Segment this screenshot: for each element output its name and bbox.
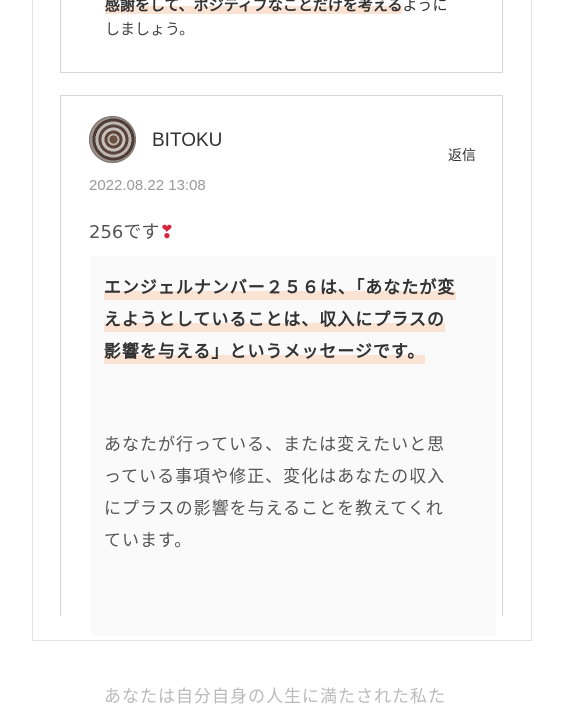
- previous-comment-card: 感謝をして、ポジティブなことだけを考えるように しましょう。: [60, 0, 503, 73]
- comment-card: BITOKU 返信 2022.08.22 13:08 256です❣ エンジェルナ…: [60, 95, 503, 707]
- quote-paragraph-faded: あなたは自分自身の人生に満たされた私た: [104, 687, 446, 707]
- heart-exclamation-icon: ❣: [159, 222, 175, 243]
- comment-author[interactable]: BITOKU: [152, 130, 222, 152]
- comment-text-content: 256です: [89, 222, 160, 243]
- previous-comment-highlight: 感謝をして、ポジティブなことだけを考える: [105, 0, 403, 14]
- comment-text: 256です❣: [89, 218, 174, 244]
- comment-quote-block: エンジェルナンバー２５６は、「あなたが変えようとしていることは、収入にプラスの影…: [91, 256, 496, 707]
- quote-bold-paragraph: エンジェルナンバー２５６は、「あなたが変えようとしていることは、収入にプラスの影…: [104, 272, 456, 368]
- previous-comment-line: しましょう。: [105, 20, 195, 38]
- reply-link[interactable]: 返信: [448, 145, 476, 165]
- comment-date: 2022.08.22 13:08: [89, 177, 206, 194]
- previous-comment-line-rest: ように: [402, 0, 448, 14]
- quote-paragraph: あなたが行っている、または変えたいと思っている事項や修正、変化はあなたの収入にプ…: [104, 435, 446, 551]
- avatar[interactable]: [89, 116, 136, 163]
- quote-bold-text: エンジェルナンバー２５６は、「あなたが変えようとしていることは、収入にプラスの影…: [104, 278, 456, 364]
- previous-comment-line: 感謝をして、ポジティブなことだけを考えるように: [105, 0, 447, 15]
